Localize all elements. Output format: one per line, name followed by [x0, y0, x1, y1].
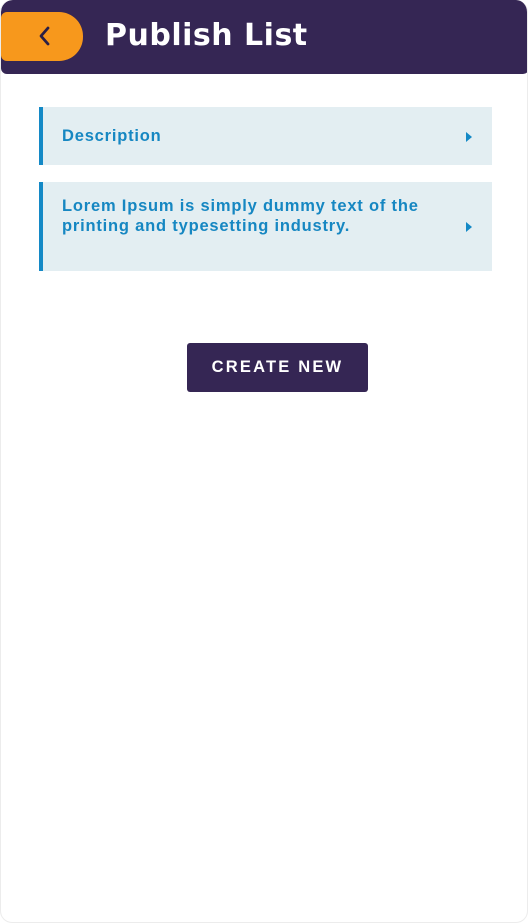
list-item-description[interactable]: Description — [39, 107, 492, 165]
list-item-label: Description — [62, 127, 162, 145]
list-item-label: Lorem Ipsum is simply dummy text of the … — [62, 197, 419, 235]
list-item-lorem[interactable]: Lorem Ipsum is simply dummy text of the … — [39, 182, 492, 271]
publish-list-screen: Publish List Description Lorem Ipsum is … — [0, 0, 528, 923]
back-button[interactable] — [1, 12, 83, 61]
create-new-button[interactable]: CREATE NEW — [187, 343, 368, 392]
app-header: Publish List — [1, 0, 527, 74]
caret-right-icon — [466, 222, 472, 232]
page-title: Publish List — [105, 18, 308, 53]
caret-right-icon — [466, 132, 472, 142]
chevron-left-icon — [39, 26, 50, 46]
